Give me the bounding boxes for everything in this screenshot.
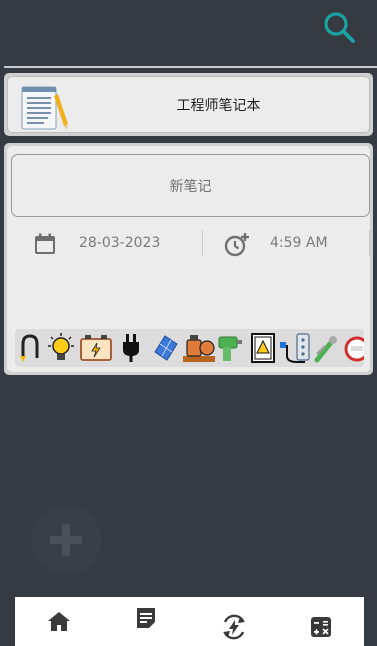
nav-energy[interactable] xyxy=(220,613,246,640)
plus-icon xyxy=(50,524,82,556)
search-button[interactable] xyxy=(320,8,358,46)
power-strip-icon xyxy=(280,333,310,363)
divider xyxy=(369,230,370,256)
search-icon xyxy=(324,12,355,43)
nav-notes[interactable] xyxy=(133,605,159,631)
note-time[interactable]: 4:59 AM xyxy=(270,235,328,251)
drill-icon xyxy=(218,336,242,361)
notes-icon xyxy=(137,608,155,628)
battery-icon xyxy=(80,335,112,361)
calendar-icon[interactable] xyxy=(33,232,57,256)
add-note-button[interactable] xyxy=(31,505,101,575)
header-divider xyxy=(4,66,377,68)
bottom-nav xyxy=(15,597,364,646)
nav-home[interactable] xyxy=(46,609,72,635)
plug-icon xyxy=(123,334,139,362)
new-note-button[interactable]: 新笔记 xyxy=(11,154,370,217)
solar-panel-icon xyxy=(154,335,178,361)
nav-calculator[interactable] xyxy=(309,615,335,641)
divider xyxy=(202,230,203,256)
meter-icon xyxy=(344,336,364,362)
energy-cycle-icon xyxy=(223,614,245,640)
note-card: 新笔记 28-03-2023 4:59 AM xyxy=(4,143,373,375)
notebook-title: 工程师笔记本 xyxy=(176,97,261,114)
notebook-card[interactable]: 工程师笔记本 xyxy=(4,73,373,136)
date-time-row: 28-03-2023 4:59 AM xyxy=(7,226,370,258)
electrical-panel-icon xyxy=(251,333,275,363)
note-editor: 新笔记 28-03-2023 4:59 AM xyxy=(7,146,370,372)
notebook-header[interactable]: 工程师笔记本 xyxy=(7,76,370,133)
note-date[interactable]: 28-03-2023 xyxy=(79,235,160,251)
clock-add-icon[interactable] xyxy=(224,232,250,258)
motor-pump-icon xyxy=(183,335,215,362)
lightbulb-icon xyxy=(48,333,74,360)
top-bar xyxy=(0,0,377,66)
calculator-icon xyxy=(311,617,331,637)
home-icon xyxy=(48,612,70,631)
hook-icon xyxy=(20,334,39,362)
tool-icon-strip[interactable] xyxy=(15,329,364,367)
wrench-icon xyxy=(314,336,337,363)
